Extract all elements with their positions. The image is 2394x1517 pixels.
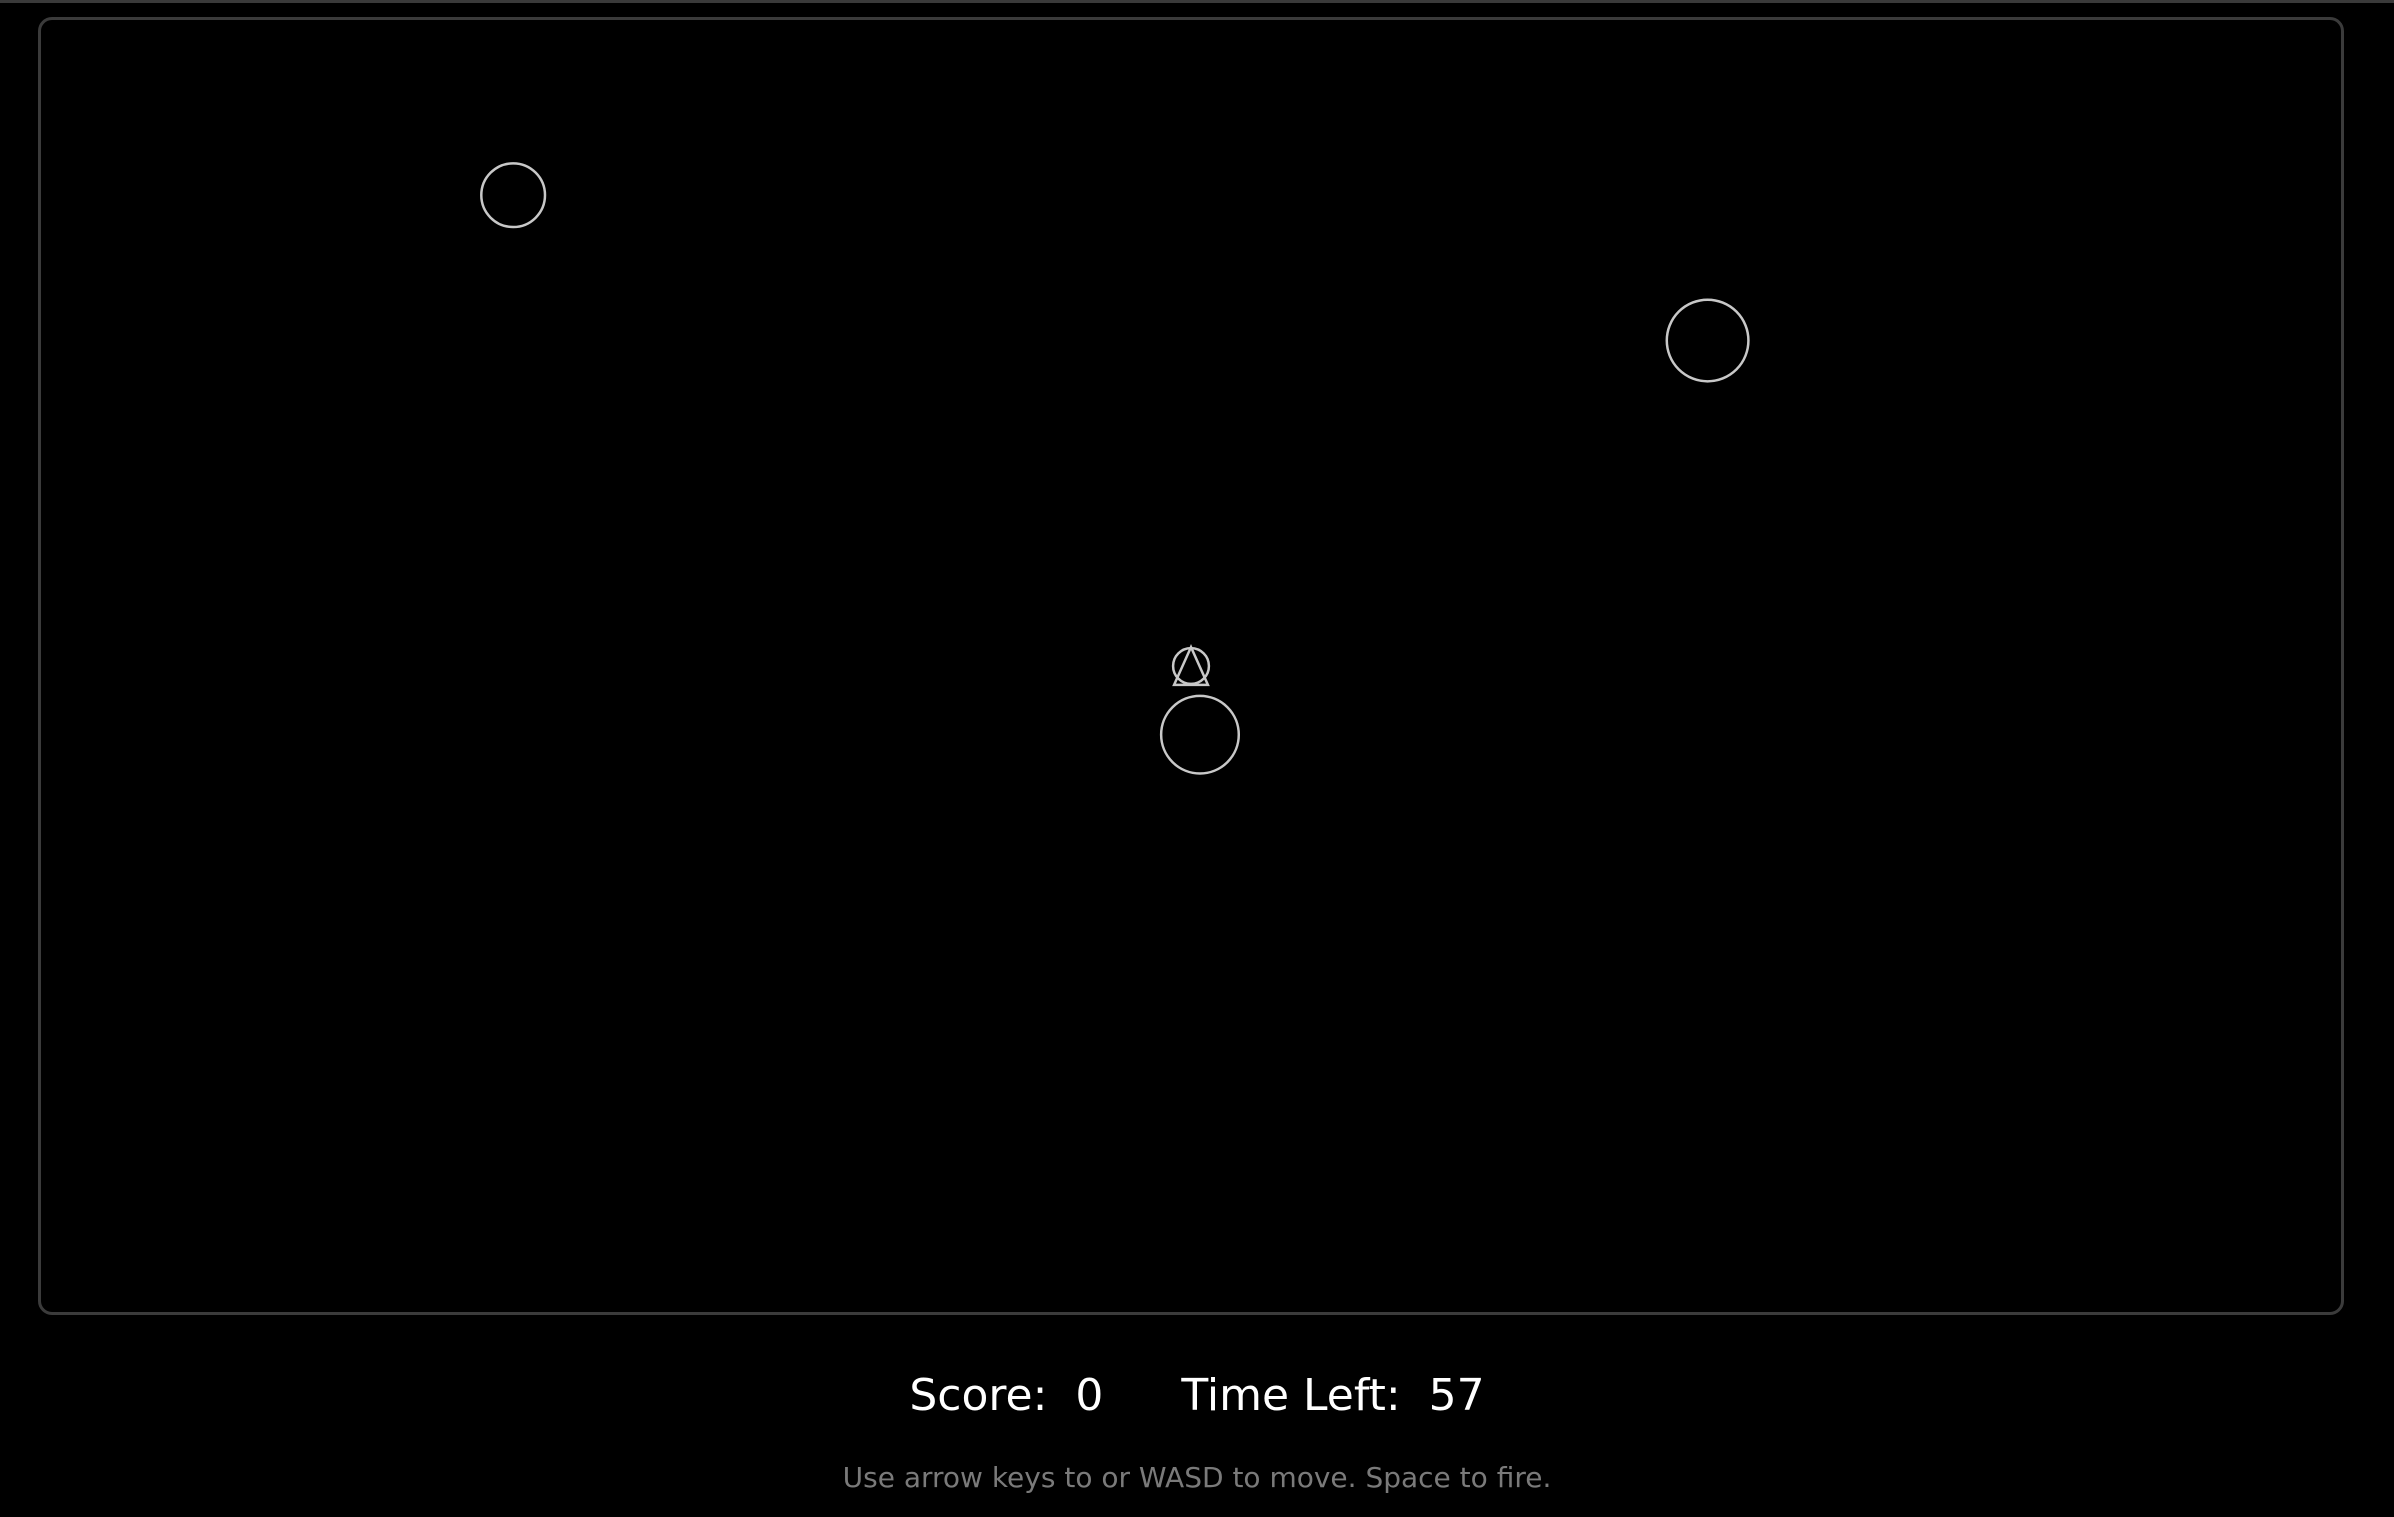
- game-canvas[interactable]: [38, 17, 2344, 1315]
- asteroid: [1665, 298, 1750, 383]
- controls-instructions: Use arrow keys to or WASD to move. Space…: [842, 1461, 1552, 1494]
- game-field: [480, 162, 1750, 775]
- time-left-label: Time Left:: [1181, 1370, 1401, 1421]
- window-top-border: [0, 0, 2394, 3]
- score-value: 0: [1075, 1370, 1104, 1421]
- player-ship: [1171, 644, 1211, 687]
- asteroid: [1159, 694, 1241, 775]
- time-left-value: 57: [1428, 1370, 1485, 1421]
- player-ship-shield: [1171, 646, 1211, 686]
- asteroid: [480, 162, 547, 229]
- score-label: Score:: [909, 1370, 1048, 1421]
- hud: Score: 0 Time Left: 57: [0, 1368, 2394, 1424]
